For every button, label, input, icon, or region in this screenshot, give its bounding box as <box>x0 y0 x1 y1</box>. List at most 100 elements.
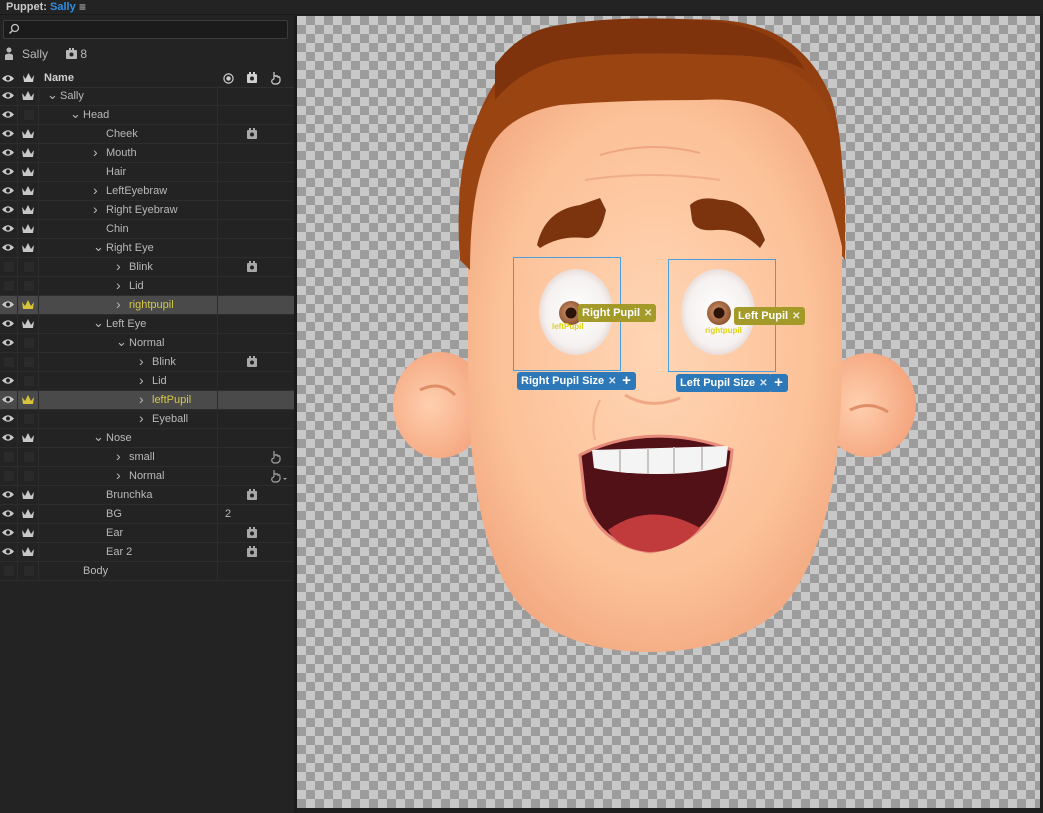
chevron-right-icon[interactable]: › <box>116 258 121 274</box>
visibility-cell[interactable] <box>0 296 18 315</box>
tree-row[interactable]: ⌄ Sally <box>0 87 294 106</box>
tree-row[interactable]: › Lid <box>0 372 294 391</box>
name-cell[interactable]: ⌄ Head <box>40 106 218 125</box>
hand-icon[interactable] <box>270 469 288 484</box>
chevron-right-icon[interactable]: › <box>116 296 121 312</box>
tree-row[interactable]: › Blink <box>0 353 294 372</box>
name-cell[interactable]: › Lid <box>40 372 218 391</box>
crown-icon[interactable] <box>21 546 35 558</box>
crown-cell[interactable] <box>19 277 39 296</box>
crown-icon[interactable] <box>21 128 35 140</box>
chevron-right-icon[interactable]: › <box>139 410 144 426</box>
tree-row[interactable]: ⌄ Nose <box>0 429 294 448</box>
tree-row[interactable]: Hair <box>0 163 294 182</box>
crown-cell[interactable] <box>19 315 39 334</box>
tree-row[interactable]: › Normal <box>0 467 294 486</box>
remove-right-pupil-tag[interactable]: ✕ <box>644 308 652 319</box>
visibility-eye-icon[interactable] <box>1 319 15 328</box>
visibility-eye-icon[interactable] <box>1 509 15 518</box>
tree-row[interactable]: › Blink <box>0 258 294 277</box>
visibility-cell[interactable] <box>0 467 18 486</box>
tree-row[interactable]: Cheek <box>0 125 294 144</box>
tree-row[interactable]: › small <box>0 448 294 467</box>
name-cell[interactable]: Chin <box>40 220 218 239</box>
crown-icon[interactable] <box>21 242 35 254</box>
visibility-cell[interactable] <box>0 334 18 353</box>
name-cell[interactable]: Ear <box>40 524 218 543</box>
crown-icon[interactable] <box>21 204 35 216</box>
remove-right-pupil-size-tag[interactable]: ✕ <box>608 376 616 387</box>
crown-cell[interactable] <box>19 220 39 239</box>
hamburger-icon[interactable]: ≡ <box>79 0 86 14</box>
crown-cell[interactable] <box>19 448 39 467</box>
tag-column-icon[interactable] <box>246 72 258 84</box>
left-pupil-size-tag[interactable]: Left Pupil Size ✕ <box>676 374 772 392</box>
crown-cell[interactable] <box>19 562 39 581</box>
chevron-down-icon[interactable]: ⌄ <box>93 239 104 255</box>
visibility-cell[interactable] <box>0 258 18 277</box>
tree-row[interactable]: ⌄ Head <box>0 106 294 125</box>
right-pupil-size-tag[interactable]: Right Pupil Size ✕ <box>517 372 621 390</box>
visibility-eye-icon[interactable] <box>1 110 15 119</box>
visibility-column-icon[interactable] <box>1 74 15 83</box>
visibility-cell[interactable] <box>0 163 18 182</box>
crown-cell[interactable] <box>19 144 39 163</box>
crown-icon[interactable] <box>21 185 35 197</box>
name-cell[interactable]: BG <box>40 505 218 524</box>
tree-row[interactable]: ⌄ Right Eye <box>0 239 294 258</box>
crown-cell[interactable] <box>19 429 39 448</box>
tree-row[interactable]: ⌄ Normal <box>0 334 294 353</box>
chevron-right-icon[interactable]: › <box>93 144 98 160</box>
stage-canvas[interactable]: leftPupil rightpupil Right Pupil ✕ Left P… <box>297 16 1040 808</box>
remove-left-pupil-tag[interactable]: ✕ <box>792 311 800 322</box>
crown-cell[interactable] <box>19 87 39 106</box>
search-input[interactable] <box>3 20 288 39</box>
visibility-eye-icon[interactable] <box>1 490 15 499</box>
name-cell[interactable]: › Lid <box>40 277 218 296</box>
name-cell[interactable]: ⌄ Normal <box>40 334 218 353</box>
hand-column-icon[interactable] <box>270 71 282 85</box>
tree-row[interactable]: › Right Eyebraw <box>0 201 294 220</box>
visibility-eye-icon[interactable] <box>1 91 15 100</box>
visibility-eye-icon[interactable] <box>1 300 15 309</box>
visibility-eye-icon[interactable] <box>1 376 15 385</box>
crown-icon[interactable] <box>21 432 35 444</box>
crown-cell[interactable] <box>19 334 39 353</box>
tree-row[interactable]: ⌄ Left Eye <box>0 315 294 334</box>
name-cell[interactable]: Cheek <box>40 125 218 144</box>
tree-row[interactable]: › Mouth <box>0 144 294 163</box>
chevron-down-icon[interactable]: ⌄ <box>70 106 81 122</box>
record-icon[interactable] <box>223 73 234 84</box>
visibility-eye-icon[interactable] <box>1 338 15 347</box>
crown-icon[interactable] <box>21 489 35 501</box>
crown-cell[interactable] <box>19 201 39 220</box>
tree-row[interactable]: BG 2 <box>0 505 294 524</box>
chevron-down-icon[interactable]: ⌄ <box>116 334 127 350</box>
tree-row[interactable]: Body <box>0 562 294 581</box>
visibility-cell[interactable] <box>0 125 18 144</box>
name-cell[interactable]: Body <box>40 562 218 581</box>
crown-cell[interactable] <box>19 391 39 410</box>
chevron-right-icon[interactable]: › <box>139 372 144 388</box>
visibility-eye-icon[interactable] <box>1 205 15 214</box>
visibility-eye-icon[interactable] <box>1 167 15 176</box>
visibility-cell[interactable] <box>0 239 18 258</box>
tree-row[interactable]: Ear 2 <box>0 543 294 562</box>
name-cell[interactable]: Ear 2 <box>40 543 218 562</box>
chevron-right-icon[interactable]: › <box>93 182 98 198</box>
crown-icon[interactable] <box>21 166 35 178</box>
puppet-name[interactable]: Sally <box>50 1 76 13</box>
crown-cell[interactable] <box>19 372 39 391</box>
remove-left-pupil-size-tag[interactable]: ✕ <box>759 378 767 389</box>
chevron-down-icon[interactable]: ⌄ <box>93 429 104 445</box>
chevron-right-icon[interactable]: › <box>116 467 121 483</box>
tree-row[interactable]: Ear <box>0 524 294 543</box>
tree-row[interactable]: › Eyeball <box>0 410 294 429</box>
crown-cell[interactable] <box>19 467 39 486</box>
left-pupil-tag[interactable]: Left Pupil ✕ <box>734 307 805 325</box>
visibility-cell[interactable] <box>0 486 18 505</box>
add-right-tag-button[interactable]: + <box>617 372 636 390</box>
crown-cell[interactable] <box>19 486 39 505</box>
crown-icon[interactable] <box>21 90 35 102</box>
visibility-cell[interactable] <box>0 106 18 125</box>
